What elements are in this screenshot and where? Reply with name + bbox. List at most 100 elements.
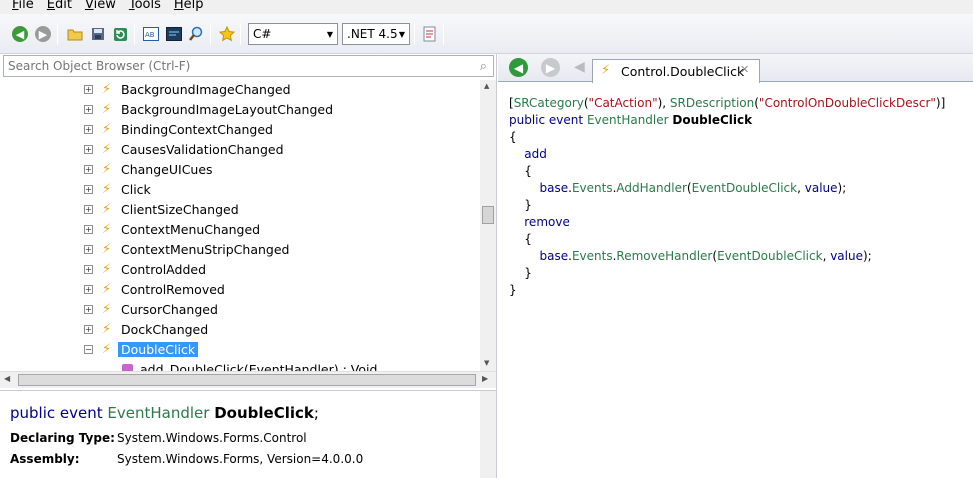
- search-input[interactable]: [8, 59, 468, 73]
- expand-icon[interactable]: +: [84, 305, 93, 314]
- expand-icon[interactable]: +: [84, 165, 93, 174]
- favorite-button[interactable]: [218, 25, 236, 43]
- tree-horizontal-scrollbar[interactable]: ◀ ▶: [0, 371, 496, 388]
- event-icon: ⚡: [601, 63, 611, 78]
- tree-item-label: ControlAdded: [121, 262, 207, 277]
- expand-icon[interactable]: +: [84, 145, 93, 154]
- expand-icon[interactable]: +: [84, 265, 93, 274]
- code-string: "ControlOnDoubleClickDescr": [758, 96, 936, 110]
- code-type: EventHandler: [586, 113, 669, 127]
- magnifier-icon: [189, 26, 203, 41]
- tree-item[interactable]: + ⚡ DockChanged: [0, 320, 480, 340]
- tree-item[interactable]: + ⚡ ContextMenuStripChanged: [0, 240, 480, 260]
- source-code: [SRCategory("CatAction"), SRDescription(…: [509, 96, 946, 297]
- declaring-type-value: System.Windows.Forms.Control: [117, 431, 307, 445]
- tree-item[interactable]: + ⚡ Click: [0, 180, 480, 200]
- save-icon: [92, 28, 104, 40]
- event-icon: ⚡: [102, 142, 112, 157]
- tree-vertical-scrollbar[interactable]: ▲ ▼: [480, 80, 496, 371]
- refresh-button[interactable]: [111, 25, 129, 43]
- chevron-down-icon: ▼: [326, 29, 334, 39]
- toolbar-separator: [134, 23, 135, 45]
- source-view-pane: ◀ ▶ ◀ ⚡ Control.DoubleClick ✕ [SRCategor…: [498, 54, 973, 478]
- tree-item[interactable]: + ⚡ CursorChanged: [0, 300, 480, 320]
- event-icon: ⚡: [102, 282, 112, 297]
- tree-item-selected[interactable]: − ⚡ DoubleClick: [0, 340, 480, 360]
- menu-help[interactable]: Help: [174, 0, 204, 13]
- search-box[interactable]: ⌕: [3, 55, 494, 77]
- svg-text:AB: AB: [145, 31, 155, 39]
- tree-item[interactable]: + ⚡ ChangeUICues: [0, 160, 480, 180]
- tree-item[interactable]: + ⚡ ControlRemoved: [0, 280, 480, 300]
- tab-scroll-left-icon[interactable]: ◀: [574, 59, 585, 75]
- menu-file[interactable]: File: [12, 0, 34, 13]
- expand-icon[interactable]: +: [84, 325, 93, 334]
- collapse-icon[interactable]: −: [84, 345, 93, 354]
- close-icon[interactable]: ✕: [740, 63, 749, 76]
- notes-button[interactable]: [421, 25, 439, 43]
- search-icon[interactable]: ⌕: [480, 59, 487, 74]
- code-type: SRDescription: [669, 96, 755, 110]
- framework-select[interactable]: .NET 4.5 ▼: [342, 23, 410, 45]
- code-member: AddHandler: [616, 181, 687, 195]
- expand-icon[interactable]: +: [84, 85, 93, 94]
- framework-select-value: .NET 4.5: [347, 27, 397, 41]
- expand-icon[interactable]: +: [84, 285, 93, 294]
- back-button[interactable]: ◀: [11, 25, 29, 43]
- tree-item[interactable]: + ⚡ ContextMenuChanged: [0, 220, 480, 240]
- menu-view[interactable]: View: [85, 0, 116, 13]
- tree-item[interactable]: + ⚡ BindingContextChanged: [0, 120, 480, 140]
- menu-bar: File Edit View Tools Help: [0, 0, 973, 14]
- code-member-name: DoubleClick: [672, 113, 753, 127]
- search-button[interactable]: [187, 25, 205, 43]
- expand-icon[interactable]: +: [84, 185, 93, 194]
- tree-item[interactable]: + ⚡ ClientSizeChanged: [0, 200, 480, 220]
- expand-icon[interactable]: +: [84, 205, 93, 214]
- forward-button[interactable]: ▶: [34, 25, 52, 43]
- tree-item[interactable]: + ⚡ ControlAdded: [0, 260, 480, 280]
- tree-item-label: ChangeUICues: [121, 162, 213, 177]
- tree-child-label: add_DoubleClick(EventHandler) : Void: [140, 362, 378, 371]
- info-vertical-scrollbar[interactable]: [480, 391, 496, 478]
- tree-item-label: ControlRemoved: [121, 282, 225, 297]
- tree-item-label: BackgroundImageLayoutChanged: [121, 102, 334, 117]
- toolbar-separator: [57, 23, 58, 45]
- scroll-left-icon[interactable]: ◀: [4, 374, 10, 383]
- menu-edit[interactable]: Edit: [47, 0, 72, 13]
- folder-open-icon: [67, 29, 83, 41]
- expand-icon[interactable]: +: [84, 105, 93, 114]
- tree-child-item[interactable]: add_DoubleClick(EventHandler) : Void: [0, 360, 480, 371]
- tree-item-label: CursorChanged: [121, 302, 218, 317]
- scroll-down-icon[interactable]: ▼: [484, 359, 489, 367]
- tree-item-label: BindingContextChanged: [121, 122, 273, 137]
- source-back-button[interactable]: ◀: [509, 58, 528, 77]
- tree-item-label: ClientSizeChanged: [121, 202, 239, 217]
- member-tree: + ⚡ BackgroundImageChanged + ⚡ BackgroundImag…: [0, 80, 480, 371]
- save-button[interactable]: [89, 25, 107, 43]
- tree-item[interactable]: + ⚡ BackgroundImageChanged: [0, 80, 480, 100]
- expand-icon[interactable]: +: [84, 225, 93, 234]
- scroll-right-icon[interactable]: ▶: [482, 374, 488, 383]
- scroll-thumb[interactable]: [482, 206, 494, 224]
- event-icon: ⚡: [102, 342, 112, 357]
- document-icon: [423, 26, 436, 42]
- tree-item[interactable]: + ⚡ CausesValidationChanged: [0, 140, 480, 160]
- text-view-button[interactable]: AB: [142, 25, 160, 43]
- code-keyword: remove: [524, 215, 570, 229]
- console-button[interactable]: [165, 25, 183, 43]
- expand-icon[interactable]: +: [84, 245, 93, 254]
- console-icon: [166, 27, 182, 41]
- menu-tools[interactable]: Tools: [129, 0, 161, 13]
- code-member: Events: [571, 181, 613, 195]
- scroll-thumb[interactable]: [18, 374, 476, 386]
- tree-item[interactable]: + ⚡ BackgroundImageLayoutChanged: [0, 100, 480, 120]
- language-select-value: C#: [253, 27, 272, 41]
- open-button[interactable]: [66, 25, 84, 43]
- refresh-icon: [113, 27, 127, 41]
- scroll-up-icon[interactable]: ▲: [484, 82, 489, 90]
- expand-icon[interactable]: +: [84, 125, 93, 134]
- language-select[interactable]: C# ▼: [248, 23, 338, 45]
- event-icon: ⚡: [102, 242, 112, 257]
- tab-control-doubleclick[interactable]: ⚡ Control.DoubleClick ✕: [592, 59, 760, 83]
- source-forward-button[interactable]: ▶: [541, 58, 560, 77]
